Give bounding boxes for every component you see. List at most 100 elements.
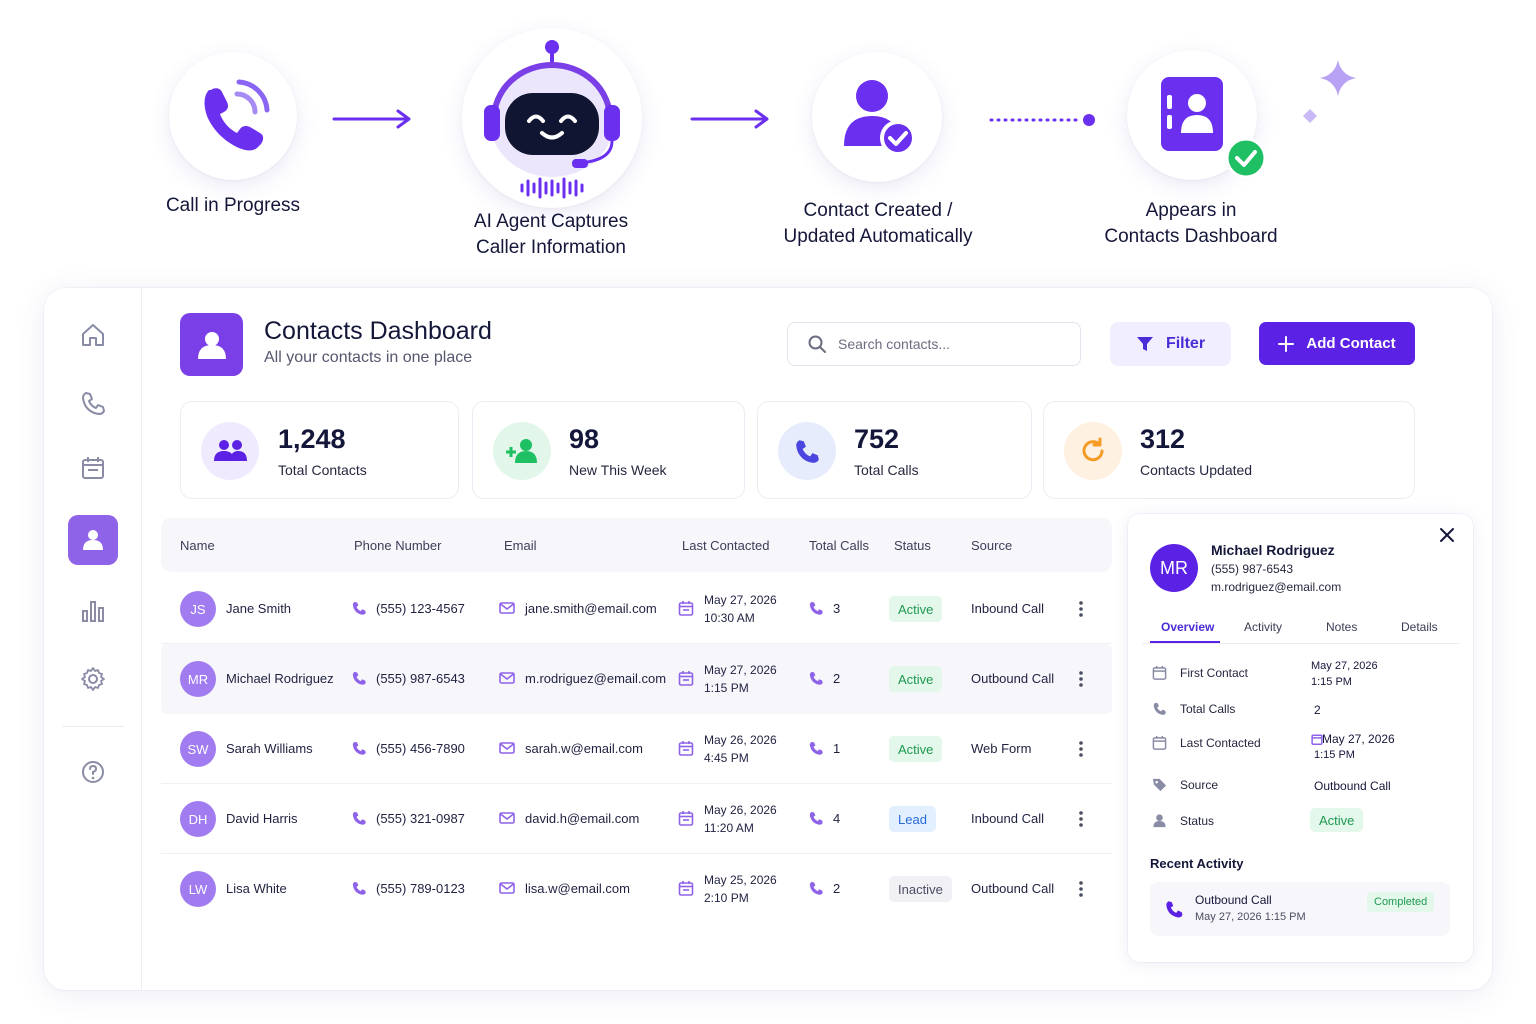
add-user-icon [506,439,537,463]
user-icon [1153,814,1166,828]
filter-button[interactable]: Filter [1110,322,1231,366]
first-contact-label: First Contact [1180,666,1249,680]
phone-ringing-icon [204,79,270,151]
contact-email[interactable]: jane.smith@email.com [525,601,657,616]
status-badge: Active [1310,808,1364,832]
dotted-connector-icon [989,114,1095,126]
detail-avatar: MR [1150,544,1198,592]
tab-overview[interactable]: Overview [1161,620,1214,634]
more-options-icon[interactable] [1076,600,1086,618]
calendar-icon [1152,665,1167,680]
more-options-icon[interactable] [1076,810,1086,828]
phone-icon [352,741,366,755]
phone-icon [1166,901,1183,918]
activity-item[interactable]: Outbound Call May 27, 2026 1:15 PM Compl… [1150,882,1450,936]
phone-icon [82,392,105,415]
tag-icon [1152,778,1167,792]
stat-icon-wrap [1064,422,1122,480]
close-icon[interactable] [1438,526,1456,544]
tab-activity[interactable]: Activity [1244,620,1282,634]
column-header-email[interactable]: Email [504,538,537,553]
total-calls: 1 [833,741,841,756]
filter-button-label: Filter [1165,335,1206,352]
avatar: SW [180,731,216,767]
phone-icon [352,601,366,615]
sidebar-item-calendar[interactable] [68,443,118,493]
sidebar-item-settings[interactable] [68,654,118,704]
contact-email[interactable]: david.h@email.com [525,811,639,826]
calendar-icon [678,671,694,686]
contact-email[interactable]: sarah.w@email.com [525,741,643,756]
contact-email[interactable]: lisa.w@email.com [525,881,630,896]
add-contact-button[interactable]: Add Contact [1259,322,1415,365]
stat-label: New This Week [569,462,667,478]
table-row[interactable]: SW Sarah Williams (555) 456-7890 sarah.w… [161,714,1112,784]
stat-card-total-contacts: 1,248 Total Contacts [180,401,459,499]
tab-notes[interactable]: Notes [1326,620,1357,634]
table-row[interactable]: DH David Harris (555) 321-0987 david.h@e… [161,784,1112,854]
bar-chart-icon [82,601,104,622]
tab-details[interactable]: Details [1401,620,1438,634]
last-contacted-date: May 27, 2026 [1322,732,1395,746]
last-contacted-time: 10:30 AM [704,611,755,625]
search-input[interactable] [838,336,1058,352]
more-options-icon[interactable] [1076,880,1086,898]
column-header-source[interactable]: Source [971,538,1012,553]
contact-created-step [812,52,942,182]
status-badge: Active [889,666,943,692]
arrow-icon [690,109,769,129]
status-badge: Inactive [889,876,952,902]
contact-source: Inbound Call [971,601,1044,616]
address-book-icon [1161,77,1223,151]
column-header-phone[interactable]: Phone Number [354,538,441,553]
page-subtitle: All your contacts in one place [264,349,473,366]
table-row[interactable]: JS Jane Smith (555) 123-4567 jane.smith@… [161,574,1112,644]
column-header-name[interactable]: Name [180,538,215,553]
stat-icon-wrap [778,422,836,480]
sidebar-item-analytics[interactable] [68,586,118,636]
detail-email[interactable]: m.rodriguez@email.com [1211,580,1341,594]
filter-icon [1136,337,1153,351]
calendar-icon [678,881,694,896]
status-label: Status [1180,814,1215,828]
detail-phone: (555) 987-6543 [1211,562,1294,576]
column-header-total-calls[interactable]: Total Calls [809,538,869,553]
more-options-icon[interactable] [1076,670,1086,688]
status-badge: Lead [889,806,936,832]
search-box[interactable] [787,322,1081,366]
phone-icon [796,440,819,463]
stat-icon-wrap [201,422,259,480]
table-row-selected[interactable]: MR Michael Rodriguez (555) 987-6543 m.ro… [161,644,1112,714]
detail-name: Michael Rodriguez [1211,542,1335,558]
contact-phone: (555) 456-7890 [376,741,465,756]
first-contact-value: May 27, 2026 1:15 PM [1311,658,1378,690]
last-contacted-date: May 26, 2026 [704,733,777,747]
status-badge: Active [889,596,943,622]
more-options-icon[interactable] [1076,740,1086,758]
last-contacted-date: May 27, 2026 [704,663,777,677]
sidebar-item-help[interactable] [68,747,118,797]
page-title: Contacts Dashboard [264,317,492,345]
contacts-header-icon [180,313,243,376]
contact-name: Lisa White [226,881,287,896]
table-row[interactable]: LW Lisa White (555) 789-0123 lisa.w@emai… [161,854,1112,924]
mail-icon [499,602,515,614]
mail-icon [499,672,515,684]
stat-card-contacts-updated: 312 Contacts Updated [1043,401,1415,499]
sidebar-item-contacts[interactable] [68,515,118,565]
contact-phone: (555) 321-0987 [376,811,465,826]
sidebar-item-home[interactable] [68,310,118,360]
mail-icon [499,882,515,894]
column-header-last-contacted[interactable]: Last Contacted [682,538,769,553]
home-icon [82,324,104,346]
last-contacted: May 27, 2026 10:30 AM [704,591,777,627]
sidebar-item-calls[interactable] [68,378,118,428]
contact-email[interactable]: m.rodriguez@email.com [525,671,666,686]
last-contacted-label: Last Contacted [1180,736,1261,750]
total-calls-value: 2 [1314,703,1321,717]
phone-icon [809,741,823,755]
phone-icon [809,671,823,685]
contact-source: Outbound Call [971,671,1055,686]
column-header-status[interactable]: Status [894,538,931,553]
contact-name: Sarah Williams [226,741,313,756]
